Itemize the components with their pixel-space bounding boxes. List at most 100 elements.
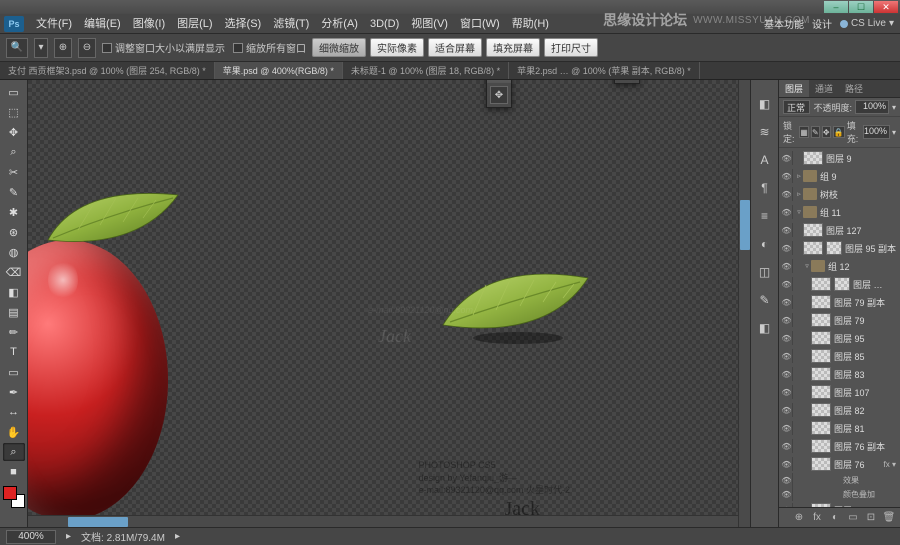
layer-group-row[interactable]: 👁 ▿ 组 12 bbox=[779, 257, 900, 275]
layer-thumbnail[interactable] bbox=[811, 313, 831, 327]
layer-row[interactable]: 👁图层 107 bbox=[779, 383, 900, 401]
option-button[interactable]: 适合屏幕 bbox=[428, 38, 482, 57]
menu-item[interactable]: 图层(L) bbox=[171, 14, 218, 34]
layer-row[interactable]: 👁 图层 76 fx ▾ bbox=[779, 455, 900, 473]
layer-name[interactable]: 图层 76 副本 bbox=[834, 440, 885, 453]
zoom-in-icon[interactable]: ⊕ bbox=[54, 38, 72, 58]
layer-row[interactable]: 👁图层 82 bbox=[779, 401, 900, 419]
layer-group-row[interactable]: 👁▹树枝 bbox=[779, 185, 900, 203]
layer-name[interactable]: 图层 82 bbox=[834, 404, 865, 417]
layer-row[interactable]: 👁 图层 95 bbox=[779, 329, 900, 347]
blend-mode-select[interactable]: 正常 bbox=[783, 100, 810, 114]
canvas-scrollbar-horizontal[interactable] bbox=[28, 515, 738, 527]
panel-footer-button[interactable]: ⊕ bbox=[792, 511, 806, 525]
color-swatches[interactable] bbox=[3, 486, 25, 508]
disclosure-triangle-icon[interactable]: ▿ bbox=[803, 262, 811, 270]
current-tool-icon[interactable]: 🔍 bbox=[6, 38, 28, 58]
window-minimize-button[interactable]: – bbox=[824, 1, 848, 13]
layer-name[interactable]: 图层 85 bbox=[834, 350, 865, 363]
visibility-toggle[interactable]: 👁 bbox=[781, 151, 793, 165]
layer-list[interactable]: 👁图层 9👁▹组 9👁▹树枝👁▿组 11👁图层 127👁图层 95 副本👁▿组 … bbox=[779, 148, 900, 507]
disclosure-triangle-icon[interactable]: ▿ bbox=[795, 208, 803, 216]
visibility-toggle[interactable]: 👁 bbox=[781, 277, 793, 291]
panel-footer-button[interactable]: ▭ bbox=[846, 511, 860, 525]
tool-button[interactable]: ✒ bbox=[3, 383, 25, 401]
chevron-right-icon[interactable]: ▸ bbox=[66, 531, 71, 542]
visibility-toggle[interactable]: 👁 bbox=[781, 187, 793, 201]
zoom-out-icon[interactable]: ⊖ bbox=[78, 38, 96, 58]
lock-all-icon[interactable]: 🔒 bbox=[833, 126, 845, 138]
window-close-button[interactable]: ✕ bbox=[874, 1, 898, 13]
tool-button[interactable]: ✋ bbox=[3, 423, 25, 441]
tool-button[interactable]: ▤ bbox=[3, 303, 25, 321]
layer-thumbnail[interactable] bbox=[811, 421, 831, 435]
layer-name[interactable]: 图层 76 bbox=[834, 458, 865, 471]
lock-transparency-icon[interactable]: ▦ bbox=[799, 126, 809, 138]
visibility-toggle[interactable]: 👁 bbox=[781, 457, 793, 471]
panel-tab[interactable]: 图层 bbox=[779, 80, 809, 97]
opacity-input[interactable]: 100% bbox=[855, 100, 889, 114]
layer-thumbnail[interactable] bbox=[811, 403, 831, 417]
option-checkbox[interactable]: 调整窗口大小以满屏显示 bbox=[102, 40, 225, 55]
layer-thumbnail[interactable] bbox=[803, 151, 823, 165]
menu-item[interactable]: 选择(S) bbox=[219, 14, 268, 34]
menu-item[interactable]: 编辑(E) bbox=[78, 14, 127, 34]
chevron-down-icon[interactable]: ▾ bbox=[892, 128, 896, 137]
visibility-toggle[interactable]: 👁 bbox=[781, 259, 793, 273]
option-button[interactable]: 实际像素 bbox=[370, 38, 424, 57]
chevron-down-icon[interactable]: ▾ bbox=[892, 103, 896, 112]
layer-thumbnail[interactable] bbox=[803, 223, 823, 237]
layer-name[interactable]: 图层 127 bbox=[826, 224, 862, 237]
collapsed-panel-icon[interactable]: A bbox=[755, 150, 775, 170]
tool-button[interactable]: ✱ bbox=[3, 203, 25, 221]
visibility-toggle[interactable]: 👁 bbox=[781, 331, 793, 345]
visibility-toggle[interactable]: 👁 bbox=[781, 223, 793, 237]
scrollbar-thumb[interactable] bbox=[68, 517, 128, 527]
collapsed-panel-icon[interactable]: ◫ bbox=[755, 262, 775, 282]
panel-footer-button[interactable]: ⊡ bbox=[864, 511, 878, 525]
layer-thumbnail[interactable] bbox=[811, 277, 831, 291]
visibility-toggle[interactable]: 👁 bbox=[781, 295, 793, 309]
layer-row[interactable]: 👁图层 95 副本 bbox=[779, 239, 900, 257]
menu-item[interactable]: 帮助(H) bbox=[506, 14, 555, 34]
layer-thumbnail[interactable] bbox=[811, 457, 831, 471]
layer-name[interactable]: 组 12 bbox=[828, 260, 850, 273]
visibility-toggle[interactable]: 👁 bbox=[781, 205, 793, 219]
tool-button[interactable]: ◧ bbox=[3, 283, 25, 301]
zoom-level-input[interactable]: 400% bbox=[6, 530, 56, 544]
collapsed-panel-icon[interactable]: ¶ bbox=[755, 178, 775, 198]
tool-button[interactable]: ▭ bbox=[3, 83, 25, 101]
collapsed-panel-icon[interactable]: ≡ bbox=[755, 206, 775, 226]
panel-footer-button[interactable]: 🗑 bbox=[882, 511, 896, 525]
layer-name[interactable]: 图层 79 bbox=[834, 314, 865, 327]
collapsed-panel-icon[interactable]: ◧ bbox=[755, 318, 775, 338]
layer-thumbnail[interactable] bbox=[811, 385, 831, 399]
menu-item[interactable]: 滤镜(T) bbox=[267, 14, 315, 34]
fx-badge[interactable]: fx ▾ bbox=[884, 460, 896, 469]
tool-button[interactable]: ✏ bbox=[3, 323, 25, 341]
floating-panel-2[interactable]: ◂◂ ✥ bbox=[486, 80, 512, 108]
canvas-area[interactable]: e-mail:89321120@qq.com Jack PHOTOSHOP CS… bbox=[28, 80, 750, 527]
tool-button[interactable]: ◍ bbox=[3, 243, 25, 261]
floating-panel-1[interactable]: ◂◂ ✕ ▭ ▥ bbox=[614, 80, 640, 84]
option-checkbox[interactable]: 缩放所有窗口 bbox=[233, 40, 306, 55]
layer-thumbnail[interactable] bbox=[811, 367, 831, 381]
chevron-right-icon[interactable]: ▸ bbox=[175, 531, 180, 542]
collapsed-panel-icon[interactable]: ◐ bbox=[755, 234, 775, 254]
menu-item[interactable]: 3D(D) bbox=[364, 14, 405, 34]
layer-row[interactable]: 👁 图层 127 bbox=[779, 221, 900, 239]
layer-name[interactable]: 图层 81 bbox=[834, 422, 865, 435]
layer-name[interactable]: 组 9 bbox=[820, 170, 837, 183]
layer-name[interactable]: 图层 95 bbox=[834, 332, 865, 345]
tool-button[interactable]: ⌫ bbox=[3, 263, 25, 281]
menu-item[interactable]: 视图(V) bbox=[405, 14, 454, 34]
layer-thumbnail[interactable] bbox=[811, 331, 831, 345]
layer-effect-row[interactable]: 👁颜色叠加 bbox=[779, 487, 900, 501]
layer-row[interactable]: 👁图层 76 副本 bbox=[779, 437, 900, 455]
window-maximize-button[interactable]: ☐ bbox=[849, 1, 873, 13]
scrollbar-thumb[interactable] bbox=[740, 200, 750, 250]
disclosure-triangle-icon[interactable]: ▹ bbox=[795, 190, 803, 198]
option-button[interactable]: 细微缩放 bbox=[312, 38, 366, 57]
visibility-toggle[interactable]: 👁 bbox=[781, 473, 793, 487]
visibility-toggle[interactable]: 👁 bbox=[781, 313, 793, 327]
